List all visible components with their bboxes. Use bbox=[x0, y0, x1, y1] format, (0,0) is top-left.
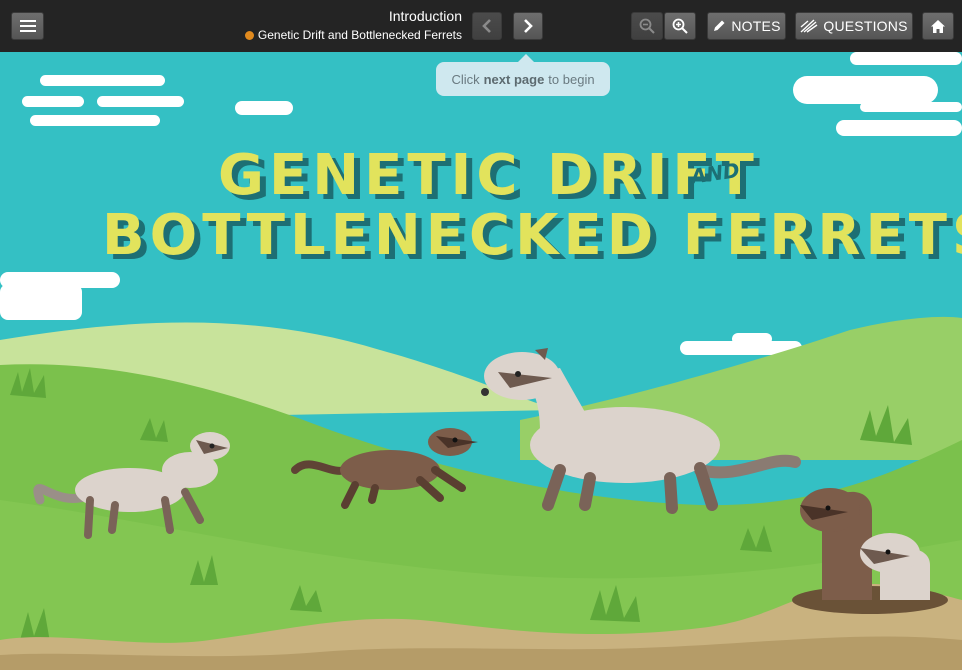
scene-svg: GENETIC DRIFT GENETIC DRIFT AND BOTTLENE… bbox=[0, 52, 962, 670]
section-title: Introduction bbox=[388, 8, 462, 24]
zoom-in-icon bbox=[672, 18, 688, 34]
hamburger-icon bbox=[19, 20, 36, 32]
lesson-title-block: Introduction Genetic Drift and Bottlenec… bbox=[244, 8, 462, 43]
zoom-out-icon bbox=[639, 18, 655, 34]
pencil-icon bbox=[714, 20, 725, 31]
top-toolbar: Introduction Genetic Drift and Bottlenec… bbox=[0, 0, 962, 53]
menu-button[interactable] bbox=[11, 12, 44, 40]
home-icon bbox=[931, 19, 945, 33]
lesson-dot-icon bbox=[244, 31, 254, 40]
chevron-left-icon bbox=[482, 19, 491, 33]
chevron-right-icon bbox=[524, 19, 533, 33]
lesson-title: Genetic Drift and Bottlenecked Ferrets bbox=[244, 27, 462, 43]
home-button[interactable] bbox=[922, 12, 954, 40]
questions-button[interactable]: QUESTIONS bbox=[795, 12, 913, 40]
lesson-title-text: Genetic Drift and Bottlenecked Ferrets bbox=[257, 28, 462, 42]
tooltip-emphasis: next page bbox=[483, 71, 545, 87]
questions-label: QUESTIONS bbox=[823, 18, 908, 34]
questions-icon bbox=[800, 19, 818, 33]
notes-button[interactable]: NOTES bbox=[707, 12, 786, 40]
intro-illustration: GENETIC DRIFT GENETIC DRIFT AND BOTTLENE… bbox=[0, 52, 962, 670]
title-line1: GENETIC DRIFT bbox=[218, 143, 759, 208]
zoom-in-button[interactable] bbox=[664, 12, 696, 40]
tooltip-suffix: to begin bbox=[548, 71, 595, 87]
zoom-out-button[interactable] bbox=[631, 12, 663, 40]
notes-label: NOTES bbox=[731, 18, 781, 34]
title-line2: BOTTLENECKED FERRETS bbox=[102, 203, 962, 268]
previous-page-button[interactable] bbox=[472, 12, 502, 40]
next-page-tooltip: Click next page to begin bbox=[436, 54, 610, 96]
tooltip-prefix: Click bbox=[451, 71, 480, 87]
next-page-button[interactable] bbox=[513, 12, 543, 40]
